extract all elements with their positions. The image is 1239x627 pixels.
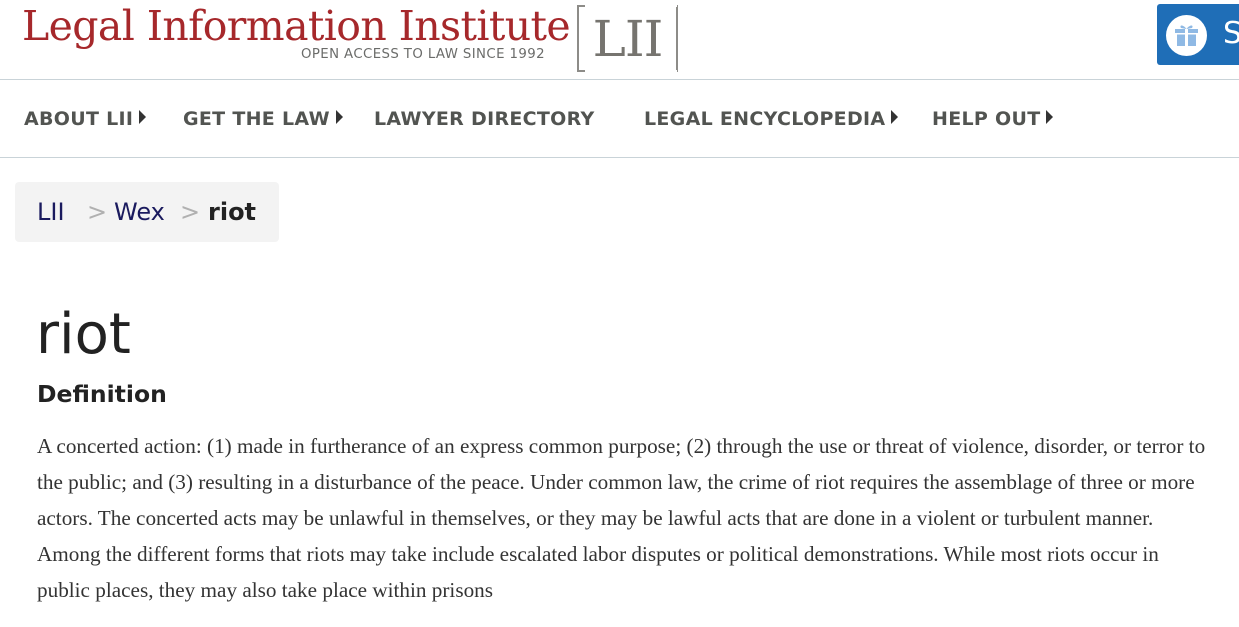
site-logo-tagline: OPEN ACCESS TO LAW SINCE 1992 (301, 47, 545, 62)
nav-item-about-lii[interactable]: ABOUT LII (24, 107, 147, 131)
breadcrumb-separator: > (180, 198, 201, 226)
nav-item-label: GET THE LAW (183, 108, 330, 130)
nav-item-legal-encyclopedia[interactable]: LEGAL ENCYCLOPEDIA (644, 107, 899, 131)
caret-right-icon (335, 110, 343, 124)
nav-item-label: LEGAL ENCYCLOPEDIA (644, 108, 886, 130)
definition-heading: Definition (37, 380, 167, 408)
lii-logo-mark[interactable]: LII (577, 5, 678, 72)
nav-item-lawyer-directory[interactable]: LAWYER DIRECTORY (374, 107, 595, 131)
lii-logo-mark-text: LII (592, 10, 664, 68)
breadcrumb: LII > Wex > riot (15, 182, 279, 242)
site-logo-title[interactable]: Legal Information Institute (22, 2, 571, 50)
nav-item-get-the-law[interactable]: GET THE LAW (183, 107, 343, 131)
nav-item-label: ABOUT LII (24, 108, 134, 130)
support-us-button[interactable]: S (1157, 4, 1239, 65)
definition-text: A concerted action: (1) made in furthera… (37, 434, 1206, 602)
gift-icon (1166, 15, 1207, 56)
breadcrumb-link-wex[interactable]: Wex (114, 182, 165, 242)
nav-item-help-out[interactable]: HELP OUT (932, 107, 1054, 131)
page-title: riot (36, 302, 131, 367)
nav-item-label: HELP OUT (932, 108, 1041, 130)
caret-right-icon (1046, 110, 1054, 124)
breadcrumb-link-lii[interactable]: LII (37, 182, 65, 242)
site-header: Legal Information Institute OPEN ACCESS … (0, 0, 1239, 80)
caret-right-icon (891, 110, 899, 124)
nav-item-label: LAWYER DIRECTORY (374, 108, 595, 130)
support-button-label: S (1223, 16, 1239, 51)
caret-right-icon (139, 110, 147, 124)
main-nav: ABOUT LII GET THE LAW LAWYER DIRECTORY L… (0, 81, 1239, 158)
breadcrumb-separator: > (87, 198, 108, 226)
breadcrumb-current: riot (208, 198, 257, 226)
